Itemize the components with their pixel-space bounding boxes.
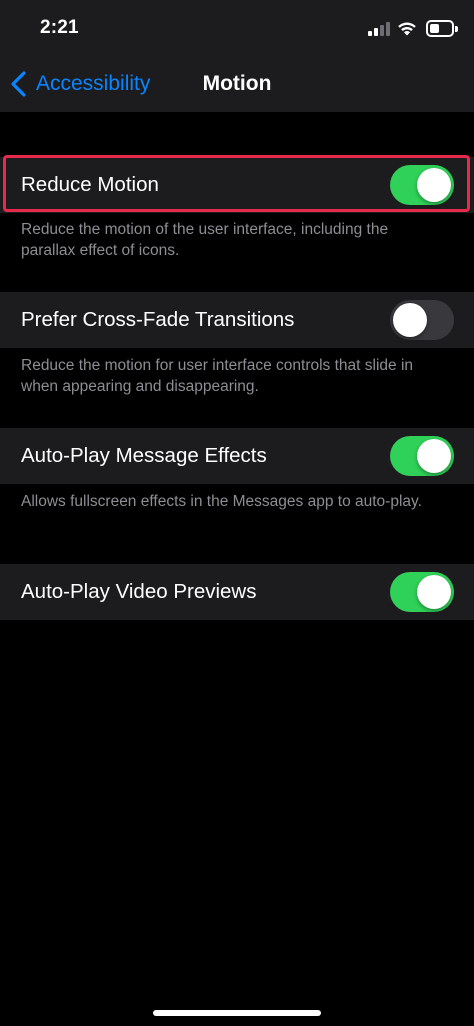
toggle-knob — [417, 439, 451, 473]
status-time: 2:21 — [40, 17, 79, 38]
auto-play-message-effects-toggle[interactable] — [390, 436, 454, 476]
home-indicator — [153, 1010, 321, 1016]
navigation-bar: Accessibility Motion — [0, 56, 474, 112]
prefer-cross-fade-toggle[interactable] — [390, 300, 454, 340]
battery-icon — [426, 20, 454, 37]
cellular-signal-icon — [368, 20, 392, 36]
setting-footer: Allows fullscreen effects in the Message… — [21, 493, 422, 510]
setting-footer: Reduce the motion of the user interface,… — [21, 221, 389, 259]
toggle-knob — [417, 575, 451, 609]
setting-row-reduce-motion: Reduce Motion — [0, 157, 474, 213]
auto-play-video-previews-toggle[interactable] — [390, 572, 454, 612]
page-title: Motion — [0, 72, 474, 96]
wifi-icon — [398, 22, 416, 36]
setting-label: Reduce Motion — [21, 173, 159, 196]
setting-row-auto-play-video-previews: Auto-Play Video Previews — [0, 564, 474, 620]
page-title-text: Motion — [202, 72, 272, 95]
toggle-knob — [417, 168, 451, 202]
setting-label: Auto-Play Video Previews — [21, 580, 257, 603]
status-bar: 2:21 — [0, 0, 474, 56]
battery-tip — [455, 26, 458, 32]
setting-label: Auto-Play Message Effects — [21, 444, 267, 467]
setting-row-prefer-cross-fade: Prefer Cross-Fade Transitions — [0, 292, 474, 348]
setting-row-auto-play-message-effects: Auto-Play Message Effects — [0, 428, 474, 484]
reduce-motion-toggle[interactable] — [390, 165, 454, 205]
setting-footer: Reduce the motion for user interface con… — [21, 357, 414, 395]
toggle-knob — [393, 303, 427, 337]
setting-label: Prefer Cross-Fade Transitions — [21, 308, 295, 331]
motion-settings-screen: 2:21 Accessibility Motion Reduce Motion … — [0, 0, 474, 1026]
